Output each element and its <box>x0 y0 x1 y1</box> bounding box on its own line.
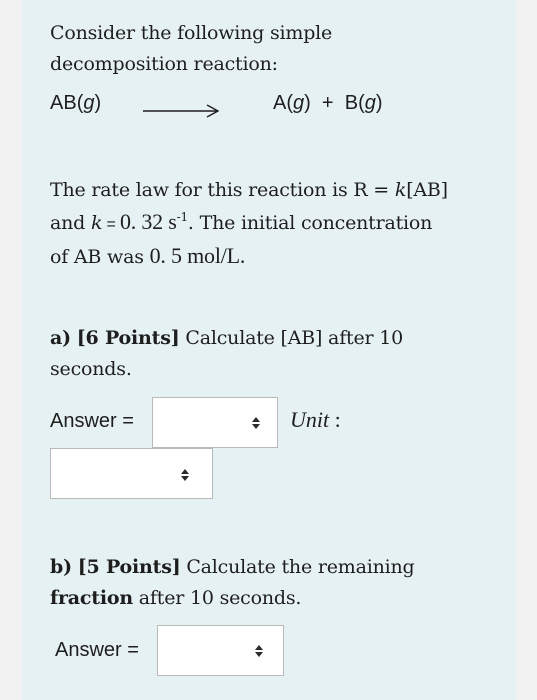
part-a-answer-label: Answer = <box>50 410 134 432</box>
intro-line-2: decomposition reaction: <box>50 53 278 75</box>
part-a-points: [6 Points] <box>76 327 180 349</box>
rate-law-suffix: [AB] <box>406 179 448 201</box>
part-b-bold-word: fraction <box>50 587 133 609</box>
unit-text: Unit <box>290 407 330 432</box>
k-unit-exponent: -1 <box>176 210 189 224</box>
part-a-line-2: seconds. <box>50 358 132 380</box>
reactant-formula: AB <box>50 92 77 114</box>
reaction-reactant: AB(g) <box>50 92 102 114</box>
initial-concentration-value: 0. 5 <box>149 243 182 268</box>
intro-line-1: Consider the following simple <box>50 22 333 44</box>
product-1-formula: A <box>273 92 287 114</box>
plus-sign: + <box>321 92 334 114</box>
part-b-text-end: after 10 seconds. <box>132 587 302 609</box>
part-a-text: Calculate [AB] after 10 <box>179 327 404 349</box>
part-a-line-1: a) [6 Points] Calculate [AB] after 10 <box>50 323 403 354</box>
concentration-unit: mol/L. <box>181 243 246 268</box>
part-b-points: [5 Points] <box>77 556 181 578</box>
part-a-answer-select[interactable] <box>152 397 278 448</box>
part-b-label: b) <box>50 556 72 578</box>
k-unit: s <box>162 209 177 234</box>
part-b-answer-label: Answer = <box>55 639 139 661</box>
intro-text: Consider the following simple decomposit… <box>50 18 332 80</box>
rate-law-line-3: of AB was 0. 5 mol/L. <box>50 240 448 273</box>
part-b-text: Calculate the remaining <box>180 556 415 578</box>
up-down-arrows-icon <box>252 417 260 429</box>
up-down-arrows-icon <box>181 469 189 481</box>
equals-sign: = <box>102 216 120 233</box>
rate-law-prefix: The rate law for this reaction is R = <box>50 179 395 201</box>
rate-law-text: The rate law for this reaction is R = k[… <box>50 175 448 273</box>
reaction-arrow-icon <box>143 104 219 118</box>
reactant-state: g <box>83 92 95 114</box>
part-a-label: a) <box>50 327 71 349</box>
k-value: 0. 32 <box>119 209 163 234</box>
and-text: and <box>50 212 91 234</box>
part-b-line-1: b) [5 Points] Calculate the remaining <box>50 552 415 583</box>
part-a-unit-select[interactable] <box>50 448 213 499</box>
k-symbol: k <box>90 212 103 234</box>
part-b-question: b) [5 Points] Calculate the remaining fr… <box>50 552 415 614</box>
part-a-question: a) [6 Points] Calculate [AB] after 10 se… <box>50 323 403 385</box>
up-down-arrows-icon <box>255 645 263 657</box>
part-b-answer-select[interactable] <box>157 625 284 676</box>
product-2-state: g <box>364 92 376 114</box>
rate-law-line-1: The rate law for this reaction is R = k[… <box>50 175 448 206</box>
k-symbol: k <box>394 179 407 201</box>
reaction-products: A(g) + B(g) <box>273 92 383 114</box>
of-ab-text: of AB was <box>50 246 150 268</box>
rate-law-line-2: and k = 0. 32 s-1. The initial concentra… <box>50 206 448 240</box>
product-2-formula: B <box>344 92 359 114</box>
part-a-unit-label: Unit : <box>290 407 341 433</box>
product-1-state: g <box>293 92 305 114</box>
part-b-line-2: fraction after 10 seconds. <box>50 583 415 614</box>
initial-concentration-text: . The initial concentration <box>187 212 433 234</box>
unit-colon: : <box>329 407 341 432</box>
